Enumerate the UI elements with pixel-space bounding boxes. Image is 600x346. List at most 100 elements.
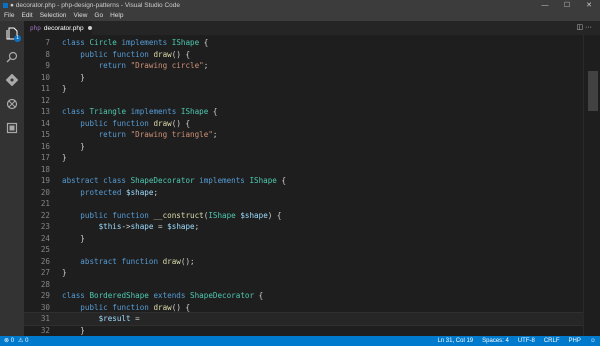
- activity-bar: 1: [0, 21, 24, 336]
- code-token: draw: [162, 256, 181, 266]
- menu-view[interactable]: View: [69, 11, 90, 21]
- code-line[interactable]: 31 $result =: [24, 312, 584, 326]
- minimize-button[interactable]: —: [534, 0, 556, 11]
- close-button[interactable]: ✕: [578, 0, 600, 11]
- errors-count[interactable]: ⊗ 0: [4, 336, 14, 346]
- code-line[interactable]: 11}: [24, 83, 584, 95]
- code-token: }: [62, 268, 67, 277]
- menu-help[interactable]: Help: [106, 11, 126, 21]
- code-token: abstract function: [80, 256, 163, 266]
- code-line[interactable]: 15 return "Drawing triangle";: [24, 129, 584, 141]
- code-token: class: [62, 38, 90, 47]
- code-text: public function __construct(IShape $shap…: [62, 210, 281, 222]
- line-ending[interactable]: CRLF: [544, 336, 560, 346]
- code-token: () {: [171, 49, 191, 59]
- indentation[interactable]: Spaces: 4: [482, 336, 509, 346]
- tab-actions[interactable]: ◫ ···: [576, 23, 592, 31]
- code-token: {: [212, 107, 218, 116]
- code-text: }: [62, 72, 85, 84]
- encoding[interactable]: UTF-8: [518, 336, 535, 346]
- language-mode[interactable]: PHP: [569, 336, 581, 346]
- line-number: 26: [40, 256, 50, 266]
- code-token: class: [62, 107, 90, 116]
- code-token: return: [98, 130, 131, 139]
- code-line[interactable]: 32 }: [24, 325, 584, 337]
- code-token: IShape: [180, 107, 213, 116]
- code-token: public function: [80, 210, 154, 220]
- code-line[interactable]: 18: [24, 164, 584, 176]
- menu-go[interactable]: Go: [90, 11, 106, 21]
- code-text: public function draw() {: [62, 302, 190, 314]
- code-line[interactable]: 16 }: [24, 141, 584, 153]
- code-line[interactable]: 29 class BorderedShape extends ShapeDecor…: [24, 290, 584, 302]
- tab-bar: php decorator.php ◫ ···: [24, 21, 600, 35]
- code-token: ();: [180, 256, 195, 266]
- code-line[interactable]: 8 public function draw() {: [24, 49, 584, 61]
- line-number: 30: [40, 302, 50, 312]
- code-line[interactable]: 20 protected $shape;: [24, 187, 584, 199]
- menu-selection[interactable]: Selection: [36, 11, 70, 21]
- code-token: ShapeDecorator: [130, 176, 200, 185]
- code-line[interactable]: 30 public function draw() {: [24, 302, 584, 314]
- line-number: 27: [40, 268, 50, 277]
- code-line[interactable]: 21: [24, 198, 584, 210]
- code-line[interactable]: 9 return "Drawing circle";: [24, 60, 584, 72]
- code-token: __construct: [153, 210, 204, 220]
- code-editor[interactable]: 7 class Circle implements IShape {8 publi…: [24, 35, 584, 336]
- code-token: public function: [80, 118, 154, 128]
- menu-file[interactable]: File: [0, 11, 17, 21]
- code-line[interactable]: 28: [24, 279, 584, 291]
- code-line[interactable]: 10 }: [24, 72, 584, 84]
- code-line[interactable]: 17}: [24, 152, 584, 164]
- code-line[interactable]: 24 }: [24, 233, 584, 245]
- code-line[interactable]: 25: [24, 244, 584, 256]
- code-text: public function draw() {: [62, 118, 190, 130]
- debug-icon[interactable]: [4, 97, 20, 111]
- line-number: 25: [40, 245, 50, 254]
- code-token: }: [62, 141, 85, 151]
- code-text: $this->shape = $shape;: [62, 221, 200, 233]
- code-line[interactable]: 22 public function __construct(IShape $s…: [24, 210, 584, 222]
- warnings-count[interactable]: ⚠ 0: [18, 336, 28, 346]
- code-line[interactable]: 12: [24, 95, 584, 107]
- line-number: 11: [40, 84, 50, 93]
- scrollbar-thumb[interactable]: [588, 71, 598, 111]
- code-line[interactable]: 19 abstract class ShapeDecorator implemen…: [24, 175, 584, 187]
- code-line[interactable]: 7 class Circle implements IShape {: [24, 37, 584, 49]
- extensions-icon[interactable]: [4, 121, 20, 135]
- code-line[interactable]: 26 abstract function draw();: [24, 256, 584, 268]
- code-line[interactable]: 14 public function draw() {: [24, 118, 584, 130]
- maximize-button[interactable]: ☐: [556, 0, 578, 11]
- code-text: class Circle implements IShape {: [62, 37, 208, 49]
- cursor-position[interactable]: Ln 31, Col 19: [437, 336, 473, 346]
- code-token: IShape: [208, 210, 241, 220]
- code-line[interactable]: 27}: [24, 267, 584, 279]
- feedback-icon[interactable]: ☺: [590, 336, 596, 346]
- files-icon[interactable]: 1: [4, 26, 21, 42]
- code-text: }: [62, 233, 85, 245]
- code-line[interactable]: 13 class Triangle implements IShape {: [24, 106, 584, 118]
- code-token: class: [62, 291, 90, 300]
- modified-dot-icon[interactable]: [87, 26, 92, 30]
- code-token: Triangle: [89, 107, 131, 116]
- line-number: 12: [40, 95, 50, 105]
- code-token: "Drawing triangle": [130, 130, 213, 139]
- code-line[interactable]: 23 $this->shape = $shape;: [24, 221, 584, 233]
- code-token: $shape: [240, 210, 268, 220]
- code-text: }: [62, 267, 67, 279]
- line-number: 16: [40, 141, 50, 151]
- editor-scrollbar[interactable]: [583, 35, 600, 336]
- code-token: $shape: [126, 187, 154, 197]
- line-number: 22: [40, 210, 50, 220]
- code-token: implements: [199, 176, 250, 185]
- code-token: ShapeDecorator: [190, 291, 259, 300]
- line-number: 19: [40, 176, 50, 185]
- code-text: abstract function draw();: [62, 256, 195, 268]
- title-bar: ● decorator.php - php-design-patterns - …: [0, 0, 600, 11]
- source-control-icon[interactable]: [4, 73, 20, 87]
- search-icon[interactable]: [4, 50, 20, 64]
- tab-decorator-php[interactable]: php decorator.php: [24, 21, 92, 35]
- menu-edit[interactable]: Edit: [17, 11, 35, 21]
